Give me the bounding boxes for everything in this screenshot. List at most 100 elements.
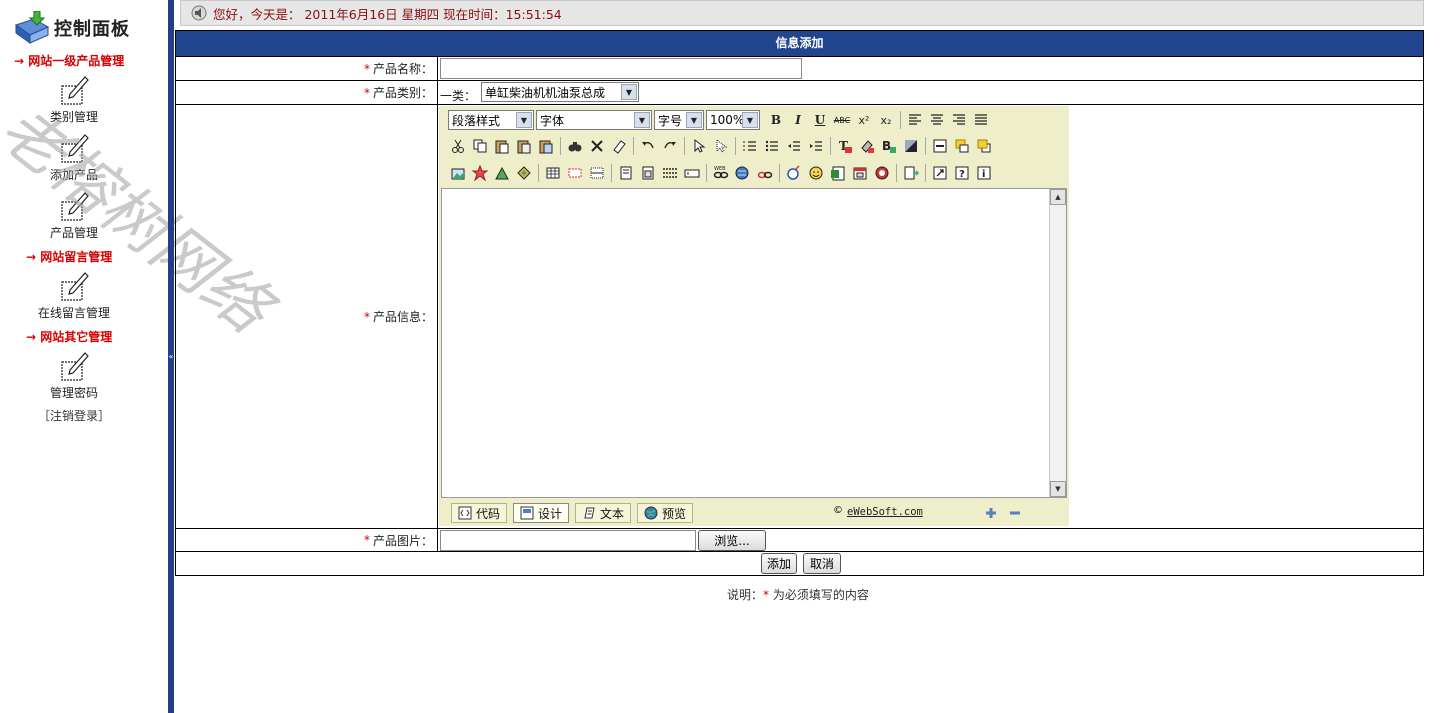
strikethrough-icon[interactable]: ABC — [832, 110, 852, 130]
insert-input-icon[interactable] — [682, 163, 702, 183]
insert-table-icon[interactable] — [543, 163, 563, 183]
fullscreen-icon[interactable] — [930, 163, 950, 183]
about-icon[interactable]: i — [974, 163, 994, 183]
submit-button[interactable]: 添加 — [761, 553, 797, 574]
italic-icon[interactable]: I — [788, 110, 808, 130]
section-header-other: → 网站其它管理 — [26, 330, 113, 344]
scroll-down-icon[interactable]: ▼ — [1050, 481, 1066, 497]
paste-text-icon[interactable] — [514, 136, 534, 156]
note-prefix: 说明： — [727, 588, 764, 602]
help-icon[interactable]: ? — [952, 163, 972, 183]
paste-word-icon[interactable] — [536, 136, 556, 156]
zoom-in-icon[interactable] — [983, 505, 999, 521]
insert-symbol-icon[interactable] — [872, 163, 892, 183]
browse-button[interactable]: 浏览... — [698, 530, 766, 551]
mode-tab-code[interactable]: 代码 — [451, 503, 508, 523]
insert-image-icon[interactable] — [448, 163, 468, 183]
select-value: 段落样式 — [452, 113, 501, 128]
layer-front-icon[interactable] — [974, 136, 994, 156]
outdent-icon[interactable] — [784, 136, 804, 156]
product-category-label: * 产品类别： — [176, 81, 438, 104]
label-text: 产品图片： — [372, 533, 433, 548]
font-size-select[interactable]: 字号 ▼ — [654, 110, 704, 130]
svg-text:?: ? — [959, 169, 965, 180]
find-icon[interactable] — [565, 136, 585, 156]
redo-icon[interactable] — [660, 136, 680, 156]
undo-icon[interactable] — [638, 136, 658, 156]
insert-form-icon[interactable] — [616, 163, 636, 183]
subscript-icon[interactable]: x₂ — [876, 110, 896, 130]
font-family-select[interactable]: 字体 ▼ — [536, 110, 652, 130]
menu-item-admin-password[interactable]: 管理密码 — [24, 350, 124, 401]
paste-icon[interactable] — [492, 136, 512, 156]
unordered-list-icon[interactable] — [762, 136, 782, 156]
absolute-position-icon[interactable] — [711, 136, 731, 156]
editor-content-area[interactable]: ▲ ▼ — [441, 188, 1067, 498]
category-selected-value: 单缸柴油机机油泵总成 — [485, 85, 606, 100]
editor-scrollbar[interactable]: ▲ ▼ — [1049, 189, 1066, 497]
menu-item-online-message[interactable]: 在线留言管理 — [24, 270, 124, 321]
insert-globe-link-icon[interactable] — [733, 163, 753, 183]
scroll-up-icon[interactable]: ▲ — [1050, 189, 1066, 205]
ewebsoft-link[interactable]: eWebSoft.com — [847, 506, 923, 518]
page-properties-icon[interactable] — [901, 163, 921, 183]
table-cell-icon[interactable] — [587, 163, 607, 183]
unlink-icon[interactable] — [755, 163, 775, 183]
insert-datetime-icon[interactable] — [850, 163, 870, 183]
highlight-color-icon[interactable] — [857, 136, 877, 156]
insert-flash-icon[interactable] — [470, 163, 490, 183]
align-center-icon[interactable] — [927, 110, 947, 130]
collapse-handle[interactable]: « — [168, 352, 174, 362]
insert-marquee-icon[interactable] — [660, 163, 680, 183]
align-right-icon[interactable] — [949, 110, 969, 130]
ordered-list-icon[interactable] — [740, 136, 760, 156]
indent-icon[interactable] — [806, 136, 826, 156]
insert-row-icon[interactable] — [565, 163, 585, 183]
section-header-message: → 网站留言管理 — [26, 250, 113, 264]
cancel-button[interactable]: 取消 — [803, 553, 841, 574]
product-name-cell — [439, 57, 1423, 80]
zoom-out-icon[interactable] — [1007, 505, 1023, 521]
insert-special-char-icon[interactable] — [784, 163, 804, 183]
select-pointer-icon[interactable] — [689, 136, 709, 156]
bold-icon[interactable]: B — [766, 110, 786, 130]
horizontal-rule-icon[interactable] — [930, 136, 950, 156]
row-actions: 添加 取消 — [176, 551, 1423, 575]
eraser-icon[interactable] — [609, 136, 629, 156]
menu-item-add-product[interactable]: 添加产品 — [24, 132, 124, 183]
mode-tab-preview[interactable]: 预览 — [637, 503, 694, 523]
edit-document-icon — [61, 272, 89, 301]
layer-icon[interactable] — [952, 136, 972, 156]
text-color-icon[interactable]: T — [835, 136, 855, 156]
product-image-input[interactable] — [440, 530, 696, 551]
category-select[interactable]: 单缸柴油机机油泵总成 ▼ — [481, 82, 639, 102]
preview-globe-icon — [644, 506, 658, 520]
insert-excel-icon[interactable] — [828, 163, 848, 183]
menu-item-product-manage[interactable]: 产品管理 — [24, 190, 124, 241]
product-name-input[interactable] — [440, 58, 802, 79]
mode-tab-text[interactable]: 文本 — [575, 503, 632, 523]
cut-icon[interactable] — [448, 136, 468, 156]
insert-iframe-icon[interactable] — [638, 163, 658, 183]
insert-link-icon[interactable]: WEB — [711, 163, 731, 183]
zoom-select[interactable]: 100% ▼ — [706, 110, 760, 130]
menu-item-category-manage[interactable]: 类别管理 — [24, 74, 124, 125]
background-color-icon[interactable]: B — [879, 136, 899, 156]
align-left-icon[interactable] — [905, 110, 925, 130]
remove-format-icon[interactable] — [901, 136, 921, 156]
insert-file-icon[interactable] — [514, 163, 534, 183]
paragraph-style-select[interactable]: 段落样式 ▼ — [448, 110, 534, 130]
insert-media-icon[interactable] — [492, 163, 512, 183]
align-justify-icon[interactable] — [971, 110, 991, 130]
delete-icon[interactable] — [587, 136, 607, 156]
underline-icon[interactable]: U — [810, 110, 830, 130]
select-value: 字体 — [540, 113, 565, 128]
logout-link[interactable]: ［注销登录］ — [38, 407, 110, 424]
copy-icon[interactable] — [470, 136, 490, 156]
chevron-down-icon: ▼ — [621, 84, 637, 100]
category-level-label: 一类： — [440, 89, 477, 103]
required-mark: * — [363, 85, 370, 100]
mode-tab-design[interactable]: 设计 — [513, 503, 570, 523]
superscript-icon[interactable]: x² — [854, 110, 874, 130]
insert-emotion-icon[interactable] — [806, 163, 826, 183]
